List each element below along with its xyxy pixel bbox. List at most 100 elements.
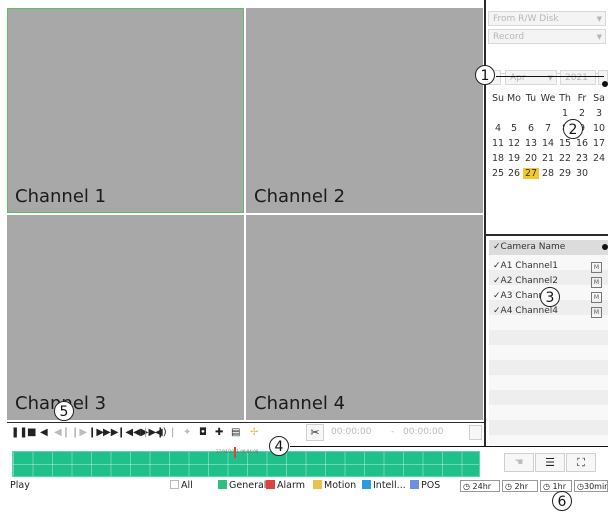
check-icon: ✓	[493, 306, 501, 316]
reverse-play-icon[interactable]: ◀	[40, 426, 48, 440]
stop-icon[interactable]: ■	[27, 426, 36, 440]
legend-all[interactable]: All	[170, 480, 193, 492]
clock-icon: ◷	[463, 482, 470, 491]
callout-3: 3	[540, 287, 560, 307]
channel-4-label: Channel 4	[254, 393, 346, 414]
pos-swatch	[410, 480, 419, 489]
source-disk-dropdown[interactable]: From R/W Disk ▼	[488, 11, 606, 26]
main-stream-badge[interactable]: M	[591, 307, 602, 318]
legend-alarm[interactable]: Alarm	[266, 480, 305, 492]
calendar-day-selected[interactable]: 27	[523, 168, 539, 179]
channel-2-view[interactable]: Channel 2	[246, 8, 483, 213]
event-filter-button[interactable]: ☚	[504, 453, 534, 472]
calendar-day[interactable]: 15	[557, 138, 573, 149]
calendar-day[interactable]: 5	[506, 123, 522, 134]
calendar-day[interactable]: 29	[557, 168, 573, 179]
camera-list-item[interactable]: ✓A1 Channel1 M	[489, 259, 608, 274]
calendar-day[interactable]: 19	[506, 153, 522, 164]
snapshot-icon[interactable]: ◘	[199, 426, 207, 440]
calendar-day[interactable]: 22	[557, 153, 573, 164]
source-disk-value: From R/W Disk	[493, 14, 559, 24]
calendar-day[interactable]: 6	[523, 123, 539, 134]
intelligent-swatch	[362, 480, 371, 489]
scale-1hr-button[interactable]: ◷ 1hr	[540, 480, 572, 492]
calendar-day[interactable]: 3	[591, 108, 607, 119]
list-view-button[interactable]: ☰	[535, 453, 565, 472]
calendar-day[interactable]: 25	[490, 168, 506, 179]
calendar-day[interactable]: 16	[574, 138, 590, 149]
slow-play-icon[interactable]: ❙▶	[88, 426, 104, 440]
toolbar-separator: |	[144, 427, 148, 438]
camera-name: A2 Channel2	[500, 276, 558, 286]
calendar-day[interactable]: 24	[591, 153, 607, 164]
calendar-day[interactable]: 13	[523, 138, 539, 149]
playback-timeline[interactable]	[12, 451, 480, 477]
scale-30min-label: 30min	[583, 482, 608, 491]
volume-icon[interactable]: ◀)	[155, 426, 167, 440]
main-stream-badge[interactable]: M	[591, 262, 602, 273]
record-type-dropdown[interactable]: Record ▼	[488, 29, 606, 44]
callout-dot-1	[602, 81, 608, 87]
clock-icon: ◷	[505, 482, 512, 491]
year-dropdown[interactable]: 2021	[560, 70, 596, 85]
backup-icon[interactable]: ▤	[231, 426, 240, 440]
legend-general-label: General	[229, 480, 267, 491]
channel-4-view[interactable]: Channel 4	[246, 215, 483, 420]
scale-2hr-button[interactable]: ◷ 2hr	[502, 480, 538, 492]
calendar-day[interactable]: 2	[574, 108, 590, 119]
calendar-day[interactable]: 18	[490, 153, 506, 164]
channel-3-view[interactable]: Channel 3	[7, 215, 244, 420]
legend-intelligent[interactable]: Intell...	[362, 480, 406, 492]
callout-4: 4	[269, 436, 289, 456]
legend-general[interactable]: General	[218, 480, 266, 492]
calendar-day[interactable]: 1	[557, 108, 573, 119]
main-stream-badge[interactable]: M	[591, 277, 602, 288]
scale-24hr-button[interactable]: ◷ 24hr	[460, 480, 500, 492]
camera-list-header[interactable]: ✓Camera Name	[489, 240, 608, 255]
fullscreen-button[interactable]: ⛶	[566, 453, 596, 472]
clip-button[interactable]: ✂	[306, 424, 324, 441]
hand-icon: ☚	[514, 457, 524, 468]
calendar-day[interactable]: 11	[490, 138, 506, 149]
calendar-day[interactable]: 7	[540, 123, 556, 134]
calendar-day[interactable]: 26	[506, 168, 522, 179]
timeline-cursor[interactable]	[234, 447, 236, 458]
weekday-label: Su	[491, 93, 505, 104]
check-icon: ✓	[493, 261, 501, 271]
pause-icon[interactable]: ❚❚	[11, 426, 28, 440]
check-icon: ✓	[493, 276, 501, 286]
month-dropdown[interactable]: Apr ▼	[505, 70, 557, 85]
add-tag-icon[interactable]: ✢	[250, 426, 258, 440]
month-value: Apr	[510, 73, 526, 83]
calendar-day[interactable]: 23	[574, 153, 590, 164]
calendar-day[interactable]: 14	[540, 138, 556, 149]
calendar-day[interactable]: 30	[574, 168, 590, 179]
callout-dot-3	[602, 244, 608, 250]
chevron-down-icon: ▼	[596, 15, 602, 23]
calendar-day[interactable]: 4	[490, 123, 506, 134]
pin-tag-icon[interactable]: ✚	[215, 426, 223, 440]
calendar-day[interactable]: 10	[591, 123, 607, 134]
all-checkbox[interactable]	[170, 480, 179, 489]
calendar-day[interactable]: 17	[591, 138, 607, 149]
next-frame-icon[interactable]: ❙▶	[71, 426, 87, 440]
check-icon: ✓	[493, 291, 501, 301]
record-type-value: Record	[493, 32, 525, 42]
channel-1-view[interactable]: Channel 1	[7, 8, 244, 213]
prev-frame-icon[interactable]: ◀❙	[54, 426, 70, 440]
scale-30min-button[interactable]: ◷30min	[574, 480, 608, 492]
clip-separator: -	[391, 427, 395, 437]
playback-status: Play	[10, 480, 30, 491]
calendar-day[interactable]: 21	[540, 153, 556, 164]
clip-save-button[interactable]	[469, 425, 482, 440]
list-icon: ☰	[545, 456, 555, 469]
smart-search-icon[interactable]: ✦	[183, 426, 191, 440]
calendar-day[interactable]: 12	[506, 138, 522, 149]
calendar-day[interactable]: 20	[523, 153, 539, 164]
scale-2hr-label: 2hr	[514, 482, 528, 491]
legend-pos[interactable]: POS	[410, 480, 440, 492]
main-stream-badge[interactable]: M	[591, 292, 602, 303]
calendar-day[interactable]: 28	[540, 168, 556, 179]
check-icon: ✓	[493, 242, 501, 252]
legend-motion[interactable]: Motion	[313, 480, 356, 492]
